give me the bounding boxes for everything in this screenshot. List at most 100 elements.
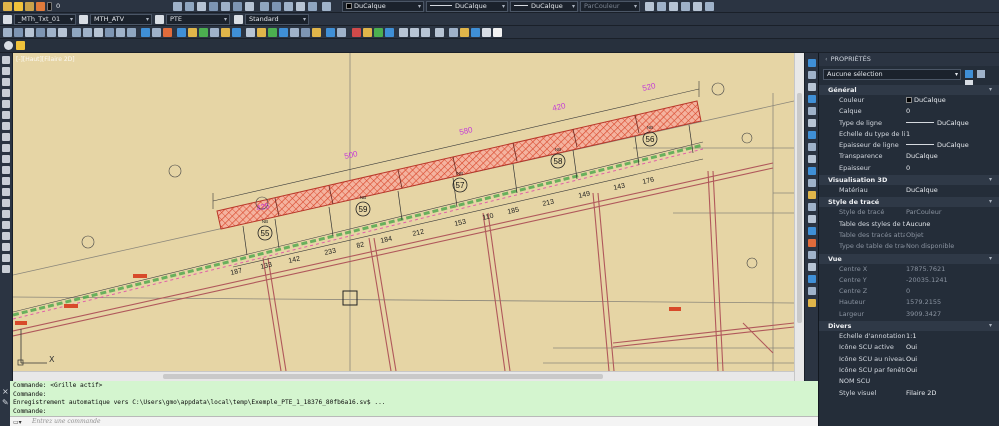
property-row[interactable]: Echelle du type de li... 1: [819, 129, 999, 140]
property-row[interactable]: Table des styles de tr...Aucune: [819, 219, 999, 230]
layer-walk-icon[interactable]: [233, 2, 242, 11]
globe-icon[interactable]: [290, 28, 299, 37]
horizontal-scroll-thumb[interactable]: [163, 374, 603, 379]
collapse-icon[interactable]: ▾: [989, 85, 992, 95]
hatch-draw-icon[interactable]: [2, 199, 10, 207]
layer-value[interactable]: 0: [56, 2, 60, 10]
lock-icon[interactable]: [36, 2, 45, 11]
info-icon[interactable]: [4, 41, 13, 50]
match-properties-icon[interactable]: [322, 2, 331, 11]
table-style-select[interactable]: PTE ▾: [166, 14, 230, 25]
publish-icon[interactable]: [58, 28, 67, 37]
layer-copy-icon[interactable]: [296, 2, 305, 11]
section-header[interactable]: Divers ▾: [819, 321, 999, 332]
region-draw-icon[interactable]: [2, 221, 10, 229]
design-center-icon[interactable]: [188, 28, 197, 37]
panel-close-icon[interactable]: ‹: [825, 55, 828, 63]
tile-icon[interactable]: [449, 28, 458, 37]
command-prompt-icon[interactable]: ▭▾: [13, 418, 27, 426]
tile3-icon[interactable]: [471, 28, 480, 37]
text-style-select[interactable]: _MTh_Txt_01 ▾: [14, 14, 76, 25]
point-icon[interactable]: [2, 188, 10, 196]
property-row[interactable]: Centre Y -20035.1241: [819, 275, 999, 286]
toggle-pickadd-icon[interactable]: [965, 70, 973, 78]
explode-icon[interactable]: [808, 239, 816, 247]
block-icon[interactable]: [246, 28, 255, 37]
help-icon[interactable]: [337, 28, 346, 37]
zoom-icon[interactable]: [152, 28, 161, 37]
property-row[interactable]: Epaisseur 0: [819, 163, 999, 174]
xline-icon[interactable]: [2, 67, 10, 75]
layer-manager-icon[interactable]: [3, 2, 12, 11]
tool-palette-icon[interactable]: [199, 28, 208, 37]
command-input[interactable]: ▭▾ Entrez une commande: [10, 416, 818, 426]
property-row[interactable]: Hauteur 1579.2155: [819, 297, 999, 308]
layer-off-icon[interactable]: [197, 2, 206, 11]
question3-icon[interactable]: [421, 28, 430, 37]
scale-icon[interactable]: [808, 143, 816, 151]
lightning-icon[interactable]: [16, 41, 25, 50]
undo-icon[interactable]: [116, 28, 125, 37]
plot-preview-icon[interactable]: [47, 28, 56, 37]
array-icon[interactable]: [808, 107, 816, 115]
tile5-icon[interactable]: [493, 28, 502, 37]
lengthen-icon[interactable]: [808, 251, 816, 259]
arc-icon[interactable]: [2, 111, 10, 119]
property-row[interactable]: Couleur DuCalque: [819, 95, 999, 106]
pedit-icon[interactable]: [808, 299, 816, 307]
region-icon[interactable]: [268, 28, 277, 37]
mtext-icon[interactable]: [2, 243, 10, 251]
sun-icon[interactable]: [25, 2, 34, 11]
polygon-icon[interactable]: [2, 89, 10, 97]
circle-icon[interactable]: [2, 122, 10, 130]
align-icon[interactable]: [808, 263, 816, 271]
lightbulb-icon[interactable]: [14, 2, 23, 11]
property-row[interactable]: Echelle d'annotation 1:1: [819, 331, 999, 342]
property-row[interactable]: Matériau DuCalque: [819, 185, 999, 196]
open-icon[interactable]: [14, 28, 23, 37]
table-style-icon[interactable]: [155, 15, 164, 24]
rotate-icon[interactable]: [2, 265, 10, 273]
horizontal-scrollbar[interactable]: [13, 371, 794, 381]
command-line-handle[interactable]: × ✎: [0, 381, 10, 426]
xref-icon[interactable]: [312, 28, 321, 37]
paste-icon[interactable]: [94, 28, 103, 37]
selection-dropdown[interactable]: Aucune sélection ▾: [823, 69, 961, 80]
layer-delete-icon[interactable]: [308, 2, 317, 11]
view5-icon[interactable]: [693, 2, 702, 11]
layer3-icon[interactable]: [374, 28, 383, 37]
layer-icon[interactable]: [352, 28, 361, 37]
pan-icon[interactable]: [141, 28, 150, 37]
measure-icon[interactable]: [301, 28, 310, 37]
chamfer-icon[interactable]: [808, 215, 816, 223]
extend-icon[interactable]: [808, 179, 816, 187]
save-icon[interactable]: [25, 28, 34, 37]
property-row[interactable]: Centre Z 0: [819, 286, 999, 297]
dim-style-icon[interactable]: [79, 15, 88, 24]
polyline-icon[interactable]: [2, 78, 10, 86]
markup-icon[interactable]: [221, 28, 230, 37]
erase-icon[interactable]: [808, 59, 816, 67]
divide-icon[interactable]: [808, 275, 816, 283]
property-row[interactable]: Style de tracé ParCouleur: [819, 207, 999, 218]
lisp-icon[interactable]: [326, 28, 335, 37]
layer-merge-icon[interactable]: [245, 2, 254, 11]
calculator-icon[interactable]: [232, 28, 241, 37]
redo-icon[interactable]: [127, 28, 136, 37]
collapse-icon[interactable]: ▾: [989, 175, 992, 185]
collapse-icon[interactable]: ▾: [989, 197, 992, 207]
layer-freeze-icon[interactable]: [209, 2, 218, 11]
print-icon[interactable]: [36, 28, 45, 37]
copy-icon[interactable]: [83, 28, 92, 37]
property-row[interactable]: Icône SCU active Oui: [819, 342, 999, 353]
view-icon[interactable]: [645, 2, 654, 11]
property-row[interactable]: Style visuel Filaire 2D: [819, 388, 999, 399]
trim-icon[interactable]: [808, 167, 816, 175]
property-row[interactable]: Icône SCU par fenêtre Oui: [819, 365, 999, 376]
move-icon[interactable]: [2, 254, 10, 262]
join-icon[interactable]: [808, 203, 816, 211]
measure-obj-icon[interactable]: [808, 287, 816, 295]
question2-icon[interactable]: [410, 28, 419, 37]
property-row[interactable]: Type de table de tracé Non disponible: [819, 241, 999, 252]
fillet-icon[interactable]: [808, 227, 816, 235]
